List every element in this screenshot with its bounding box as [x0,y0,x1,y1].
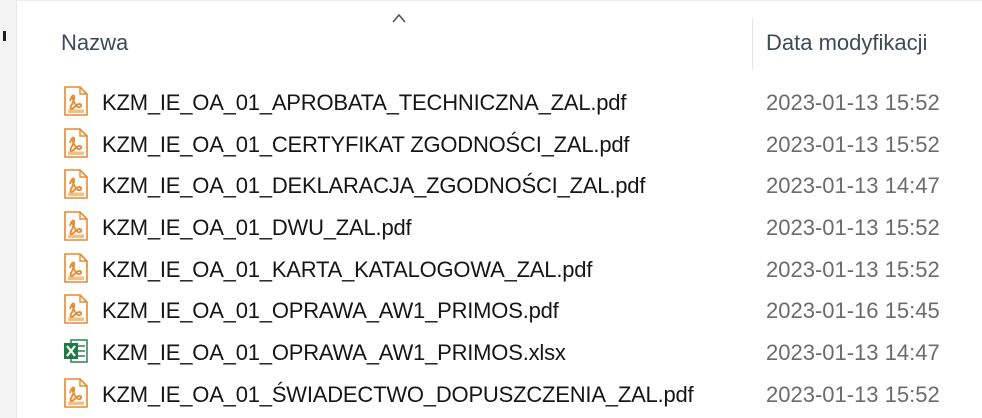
file-date-modified: 2023-01-13 14:47 [766,173,940,199]
file-row[interactable]: KZM_IE_OA_01_CERTYFIKAT ZGODNOŚCI_ZAL.pd… [16,123,982,165]
file-date-modified: 2023-01-13 15:52 [766,90,940,115]
column-header-name[interactable]: Nazwa [61,30,128,56]
pdf-file-icon [63,169,89,200]
column-header-row: Nazwa Data modyfikacji [16,18,982,70]
pane-marker [3,31,6,41]
file-row[interactable]: KZM_IE_OA_01_DWU_ZAL.pdf 2023-01-13 15:52 [16,206,982,248]
file-row[interactable]: KZM_IE_OA_01_DEKLARACJA_ZGODNOŚCI_ZAL.pd… [16,164,982,206]
column-separator[interactable] [752,18,753,70]
divider [16,0,982,1]
excel-file-icon [63,336,89,366]
file-row[interactable]: KZM_IE_OA_01_ŚWIADECTWO_DOPUSZCZENIA_ZAL… [16,373,982,415]
file-row[interactable]: KZM_IE_OA_01_OPRAWA_AW1_PRIMOS.pdf 2023-0… [16,289,982,331]
file-name[interactable]: KZM_IE_OA_01_APROBATA_TECHNICZNA_ZAL.pdf [102,90,626,116]
column-header-date-modified[interactable]: Data modyfikacji [766,30,927,56]
pdf-file-icon [63,127,89,158]
file-name[interactable]: KZM_IE_OA_01_DWU_ZAL.pdf [102,215,412,241]
file-list: KZM_IE_OA_01_APROBATA_TECHNICZNA_ZAL.pdf… [16,81,982,415]
file-name[interactable]: KZM_IE_OA_01_ŚWIADECTWO_DOPUSZCZENIA_ZAL… [102,382,694,408]
file-date-modified: 2023-01-16 15:45 [766,298,940,324]
file-date-modified: 2023-01-13 15:52 [766,215,940,241]
file-row[interactable]: KZM_IE_OA_01_APROBATA_TECHNICZNA_ZAL.pdf… [16,81,982,123]
file-name[interactable]: KZM_IE_OA_01_OPRAWA_AW1_PRIMOS.pdf [102,298,559,324]
file-name[interactable]: KZM_IE_OA_01_KARTA_KATALOGOWA_ZAL.pdf [102,257,592,283]
file-date-modified: 2023-01-13 14:47 [766,340,940,366]
file-date-modified: 2023-01-13 15:52 [766,381,940,407]
navigation-pane-edge [0,0,17,418]
pdf-file-icon [63,294,89,325]
file-row[interactable]: KZM_IE_OA_01_KARTA_KATALOGOWA_ZAL.pdf 202… [16,248,982,290]
pdf-file-icon [63,378,89,408]
file-name[interactable]: KZM_IE_OA_01_OPRAWA_AW1_PRIMOS.xlsx [102,340,566,366]
pdf-file-icon [63,211,89,241]
pdf-file-icon [63,86,89,116]
file-date-modified: 2023-01-13 15:52 [766,256,940,282]
file-date-modified: 2023-01-13 15:52 [766,131,940,157]
pdf-file-icon [63,252,89,283]
file-name[interactable]: KZM_IE_OA_01_DEKLARACJA_ZGODNOŚCI_ZAL.pd… [102,173,645,199]
file-row[interactable]: KZM_IE_OA_01_OPRAWA_AW1_PRIMOS.xlsx 2023-… [16,331,982,373]
file-explorer-window: Nazwa Data modyfikacji KZM_IE_OA_01_APRO… [0,0,982,418]
file-name[interactable]: KZM_IE_OA_01_CERTYFIKAT ZGODNOŚCI_ZAL.pd… [102,132,630,158]
